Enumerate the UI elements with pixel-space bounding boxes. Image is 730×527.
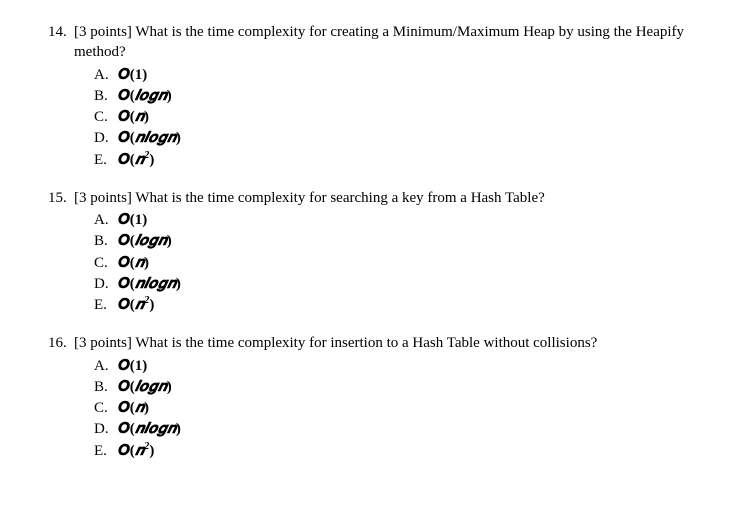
option-item: E.𝑶(𝒏2)	[94, 441, 730, 461]
option-item: B.𝑶(𝒍𝒐𝒈𝒏)	[94, 231, 730, 251]
option-value: 𝑶(𝒏)	[118, 398, 149, 418]
question-number: 16.	[48, 333, 74, 353]
option-value: 𝑶(𝒏)	[118, 253, 149, 273]
option-value: 𝑶(𝒏)	[118, 107, 149, 127]
option-item: B.𝑶(𝒍𝒐𝒈𝒏)	[94, 377, 730, 397]
option-label: E.	[94, 295, 118, 315]
option-label: B.	[94, 86, 118, 106]
option-value: 𝑶(1)	[118, 356, 147, 376]
option-label: D.	[94, 419, 118, 439]
option-value: 𝑶(𝒍𝒐𝒈𝒏)	[118, 231, 172, 251]
option-item: B.𝑶(𝒍𝒐𝒈𝒏)	[94, 86, 730, 106]
option-item: A.𝑶(1)	[94, 210, 730, 230]
option-label: A.	[94, 65, 118, 85]
option-label: C.	[94, 398, 118, 418]
option-label: A.	[94, 210, 118, 230]
question-header: 15.[3 points] What is the time complexit…	[48, 188, 730, 208]
option-value: 𝑶(𝒍𝒐𝒈𝒏)	[118, 86, 172, 106]
question-text: [3 points] What is the time complexity f…	[74, 22, 730, 63]
option-item: C.𝑶(𝒏)	[94, 107, 730, 127]
question-text: [3 points] What is the time complexity f…	[74, 188, 730, 208]
option-item: E.𝑶(𝒏2)	[94, 150, 730, 170]
option-value: 𝑶(𝒏𝒍𝒐𝒈𝒏)	[118, 128, 181, 148]
option-value: 𝑶(𝒍𝒐𝒈𝒏)	[118, 377, 172, 397]
option-value: 𝑶(1)	[118, 65, 147, 85]
option-label: A.	[94, 356, 118, 376]
option-label: E.	[94, 441, 118, 461]
option-label: D.	[94, 274, 118, 294]
question: 14.[3 points] What is the time complexit…	[48, 22, 730, 170]
option-item: D.𝑶(𝒏𝒍𝒐𝒈𝒏)	[94, 128, 730, 148]
options-list: A.𝑶(1)B.𝑶(𝒍𝒐𝒈𝒏)C.𝑶(𝒏)D.𝑶(𝒏𝒍𝒐𝒈𝒏)E.𝑶(𝒏2)	[94, 210, 730, 315]
option-value: 𝑶(𝒏𝒍𝒐𝒈𝒏)	[118, 274, 181, 294]
question: 15.[3 points] What is the time complexit…	[48, 188, 730, 316]
option-value: 𝑶(1)	[118, 210, 147, 230]
option-value: 𝑶(𝒏2)	[118, 150, 154, 170]
option-label: B.	[94, 377, 118, 397]
option-item: C.𝑶(𝒏)	[94, 398, 730, 418]
option-value: 𝑶(𝒏𝒍𝒐𝒈𝒏)	[118, 419, 181, 439]
question-number: 15.	[48, 188, 74, 208]
option-item: C.𝑶(𝒏)	[94, 253, 730, 273]
option-label: C.	[94, 253, 118, 273]
option-label: C.	[94, 107, 118, 127]
question-number: 14.	[48, 22, 74, 63]
question-header: 14.[3 points] What is the time complexit…	[48, 22, 730, 63]
option-label: E.	[94, 150, 118, 170]
question-text: [3 points] What is the time complexity f…	[74, 333, 730, 353]
option-item: E.𝑶(𝒏2)	[94, 295, 730, 315]
options-list: A.𝑶(1)B.𝑶(𝒍𝒐𝒈𝒏)C.𝑶(𝒏)D.𝑶(𝒏𝒍𝒐𝒈𝒏)E.𝑶(𝒏2)	[94, 65, 730, 170]
option-item: D.𝑶(𝒏𝒍𝒐𝒈𝒏)	[94, 274, 730, 294]
option-value: 𝑶(𝒏2)	[118, 441, 154, 461]
option-item: A.𝑶(1)	[94, 356, 730, 376]
option-label: B.	[94, 231, 118, 251]
question-header: 16.[3 points] What is the time complexit…	[48, 333, 730, 353]
option-item: D.𝑶(𝒏𝒍𝒐𝒈𝒏)	[94, 419, 730, 439]
questions-container: 14.[3 points] What is the time complexit…	[48, 22, 730, 461]
option-value: 𝑶(𝒏2)	[118, 295, 154, 315]
option-label: D.	[94, 128, 118, 148]
options-list: A.𝑶(1)B.𝑶(𝒍𝒐𝒈𝒏)C.𝑶(𝒏)D.𝑶(𝒏𝒍𝒐𝒈𝒏)E.𝑶(𝒏2)	[94, 356, 730, 461]
option-item: A.𝑶(1)	[94, 65, 730, 85]
question: 16.[3 points] What is the time complexit…	[48, 333, 730, 461]
